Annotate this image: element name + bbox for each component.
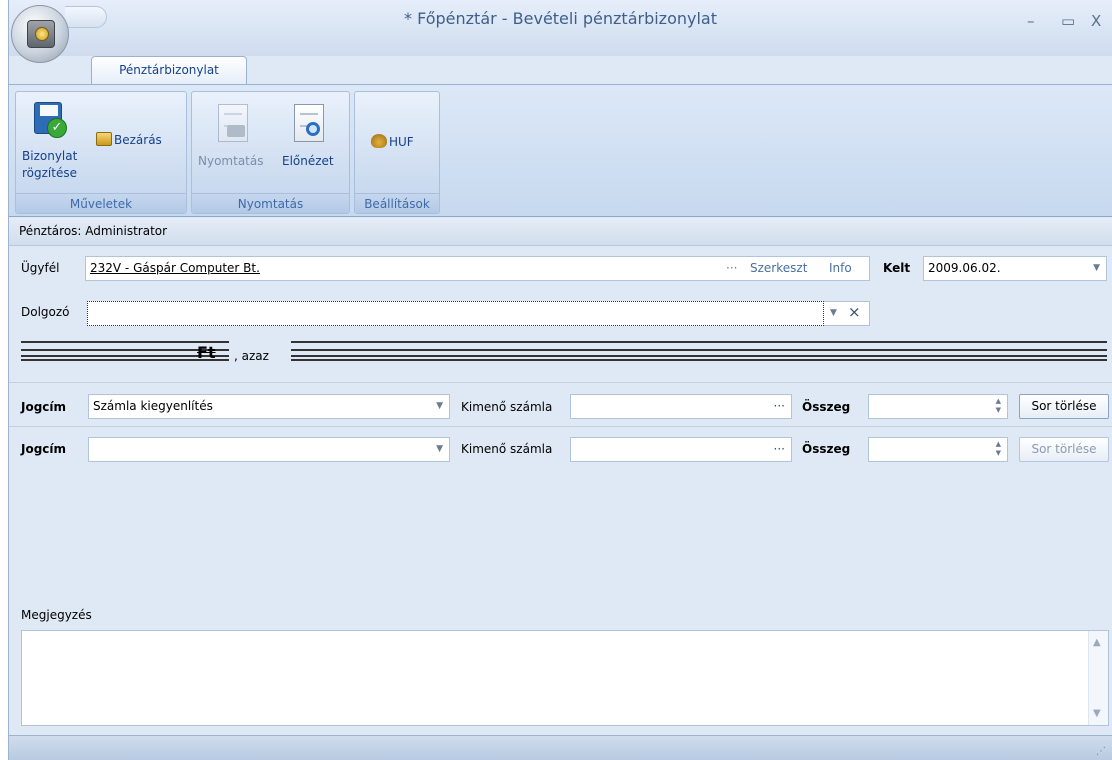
employee-dropdown-icon[interactable]: ▼ xyxy=(830,302,837,325)
cashier-text: Pénztáros: Administrator xyxy=(19,224,168,238)
app-menu-button[interactable] xyxy=(11,5,69,63)
notes-textarea[interactable]: ▲ ▼ xyxy=(21,630,1109,726)
date-value: 2009.06.02. xyxy=(928,261,1001,275)
maximize-button[interactable]: ▭ xyxy=(1061,12,1075,30)
preview-button[interactable]: Előnézet xyxy=(278,100,344,170)
row1-jogcim-dropdown-icon[interactable]: ▼ xyxy=(436,395,443,418)
window-title: * Főpénztár - Bevételi pénztárbizonylat xyxy=(404,9,717,28)
main-window: * Főpénztár - Bevételi pénztárbizonylat … xyxy=(8,0,1112,760)
date-label: Kelt xyxy=(883,261,911,275)
row2-sum-field[interactable]: ▲ ▼ xyxy=(868,437,1008,462)
money-bag-icon xyxy=(371,134,387,148)
customer-dots-button[interactable]: ··· xyxy=(726,257,737,280)
date-field[interactable]: 2009.06.02. ▼ xyxy=(923,256,1107,281)
cashier-strip: Pénztáros: Administrator xyxy=(9,218,1112,246)
separator-top xyxy=(9,382,1112,383)
ribbon-group-beallitasok: HUF Beállítások xyxy=(354,91,440,214)
minimize-button[interactable]: – xyxy=(1027,12,1035,30)
close-window-button[interactable]: X xyxy=(1091,12,1101,30)
resize-grip-icon[interactable]: ⋰ xyxy=(1096,746,1106,757)
form-area: Ügyfél 232V - Gáspár Computer Bt. ··· Sz… xyxy=(9,246,1112,735)
employee-label: Dolgozó xyxy=(21,305,70,319)
save-document-button[interactable]: ✓ Bizonylat rögzítése xyxy=(20,96,90,192)
close-document-button[interactable]: Bezárás xyxy=(96,130,162,150)
notes-label: Megjegyzés xyxy=(21,608,92,622)
scroll-down-icon[interactable]: ▼ xyxy=(1093,708,1101,719)
tab-penztarbizonylat[interactable]: Pénztárbizonylat xyxy=(91,56,247,85)
separator-rows xyxy=(9,426,1112,427)
group-label-nyomtatas: Nyomtatás xyxy=(192,193,349,213)
group-label-beallitasok: Beállítások xyxy=(355,193,439,213)
print-doc-icon xyxy=(218,104,248,142)
customer-field[interactable]: 232V - Gáspár Computer Bt. ··· Szerkeszt… xyxy=(85,256,870,281)
row1-sum-field[interactable]: ▲ ▼ xyxy=(868,394,1008,419)
save-label-line2: rögzítése xyxy=(22,166,77,180)
row2-jogcim-label: Jogcím xyxy=(21,442,67,456)
row2-invoice-label: Kimenő számla xyxy=(461,442,553,456)
safe-icon xyxy=(27,20,55,48)
date-dropdown-icon[interactable]: ▼ xyxy=(1093,257,1100,280)
employee-controls: ▼ × xyxy=(824,301,870,326)
customer-info-link[interactable]: Info xyxy=(829,257,852,280)
ribbon-group-nyomtatas: Nyomtatás Előnézet Nyomtatás xyxy=(191,91,350,214)
row1-jogcim-label: Jogcím xyxy=(21,400,67,414)
employee-clear-icon[interactable]: × xyxy=(848,301,861,324)
print-button[interactable]: Nyomtatás xyxy=(196,100,268,170)
employee-field[interactable] xyxy=(87,301,824,326)
row2-sum-label: Összeg xyxy=(802,442,851,456)
row1-invoice-browse-icon[interactable]: ··· xyxy=(774,395,785,418)
row2-jogcim-dropdown-icon[interactable]: ▼ xyxy=(436,438,443,461)
ribbon-group-muveletek: ✓ Bizonylat rögzítése Bezárás Műveletek xyxy=(15,91,187,214)
notes-scrollbar[interactable]: ▲ ▼ xyxy=(1088,631,1108,725)
currency-button[interactable]: HUF xyxy=(371,132,414,152)
row2-sum-spinner-icon[interactable]: ▲ ▼ xyxy=(996,440,1001,458)
title-bar: * Főpénztár - Bevételi pénztárbizonylat … xyxy=(9,0,1112,56)
group-label-muveletek: Műveletek xyxy=(16,193,186,213)
folder-close-icon xyxy=(96,132,112,146)
row1-jogcim-value: Számla kiegyenlítés xyxy=(93,399,213,413)
customer-value: 232V - Gáspár Computer Bt. xyxy=(90,261,260,275)
print-label: Nyomtatás xyxy=(198,154,264,168)
currency-label: HUF xyxy=(389,135,414,149)
row2-delete-button[interactable]: Sor törlése xyxy=(1019,437,1109,462)
row2-jogcim-select[interactable]: ▼ xyxy=(88,437,450,462)
row2-invoice-field[interactable]: ··· xyxy=(570,437,792,462)
ribbon: ✓ Bizonylat rögzítése Bezárás Műveletek … xyxy=(9,84,1112,217)
customer-edit-link[interactable]: Szerkeszt xyxy=(750,257,807,280)
customer-label: Ügyfél xyxy=(21,261,60,275)
close-label: Bezárás xyxy=(114,133,162,147)
row1-sum-spinner-icon[interactable]: ▲ ▼ xyxy=(996,397,1001,415)
save-check-icon: ✓ xyxy=(34,102,68,140)
amount-words-lines xyxy=(291,341,1107,361)
preview-label: Előnézet xyxy=(282,154,334,168)
currency-ft-symbol: Ft xyxy=(197,343,216,362)
row1-sum-label: Összeg xyxy=(802,400,851,414)
row2-invoice-browse-icon[interactable]: ··· xyxy=(774,438,785,461)
row1-invoice-field[interactable]: ··· xyxy=(570,394,792,419)
amount-in-words-row: Ft , azaz xyxy=(21,341,1112,371)
scroll-up-icon[interactable]: ▲ xyxy=(1093,637,1101,648)
azaz-label: , azaz xyxy=(234,349,269,363)
preview-doc-icon xyxy=(294,104,324,142)
row1-delete-button[interactable]: Sor törlése xyxy=(1019,394,1109,419)
row1-invoice-label: Kimenő számla xyxy=(461,400,553,414)
status-bar: ⋰ xyxy=(9,735,1112,760)
row1-jogcim-select[interactable]: Számla kiegyenlítés ▼ xyxy=(88,394,450,419)
save-label-line1: Bizonylat xyxy=(22,149,78,163)
